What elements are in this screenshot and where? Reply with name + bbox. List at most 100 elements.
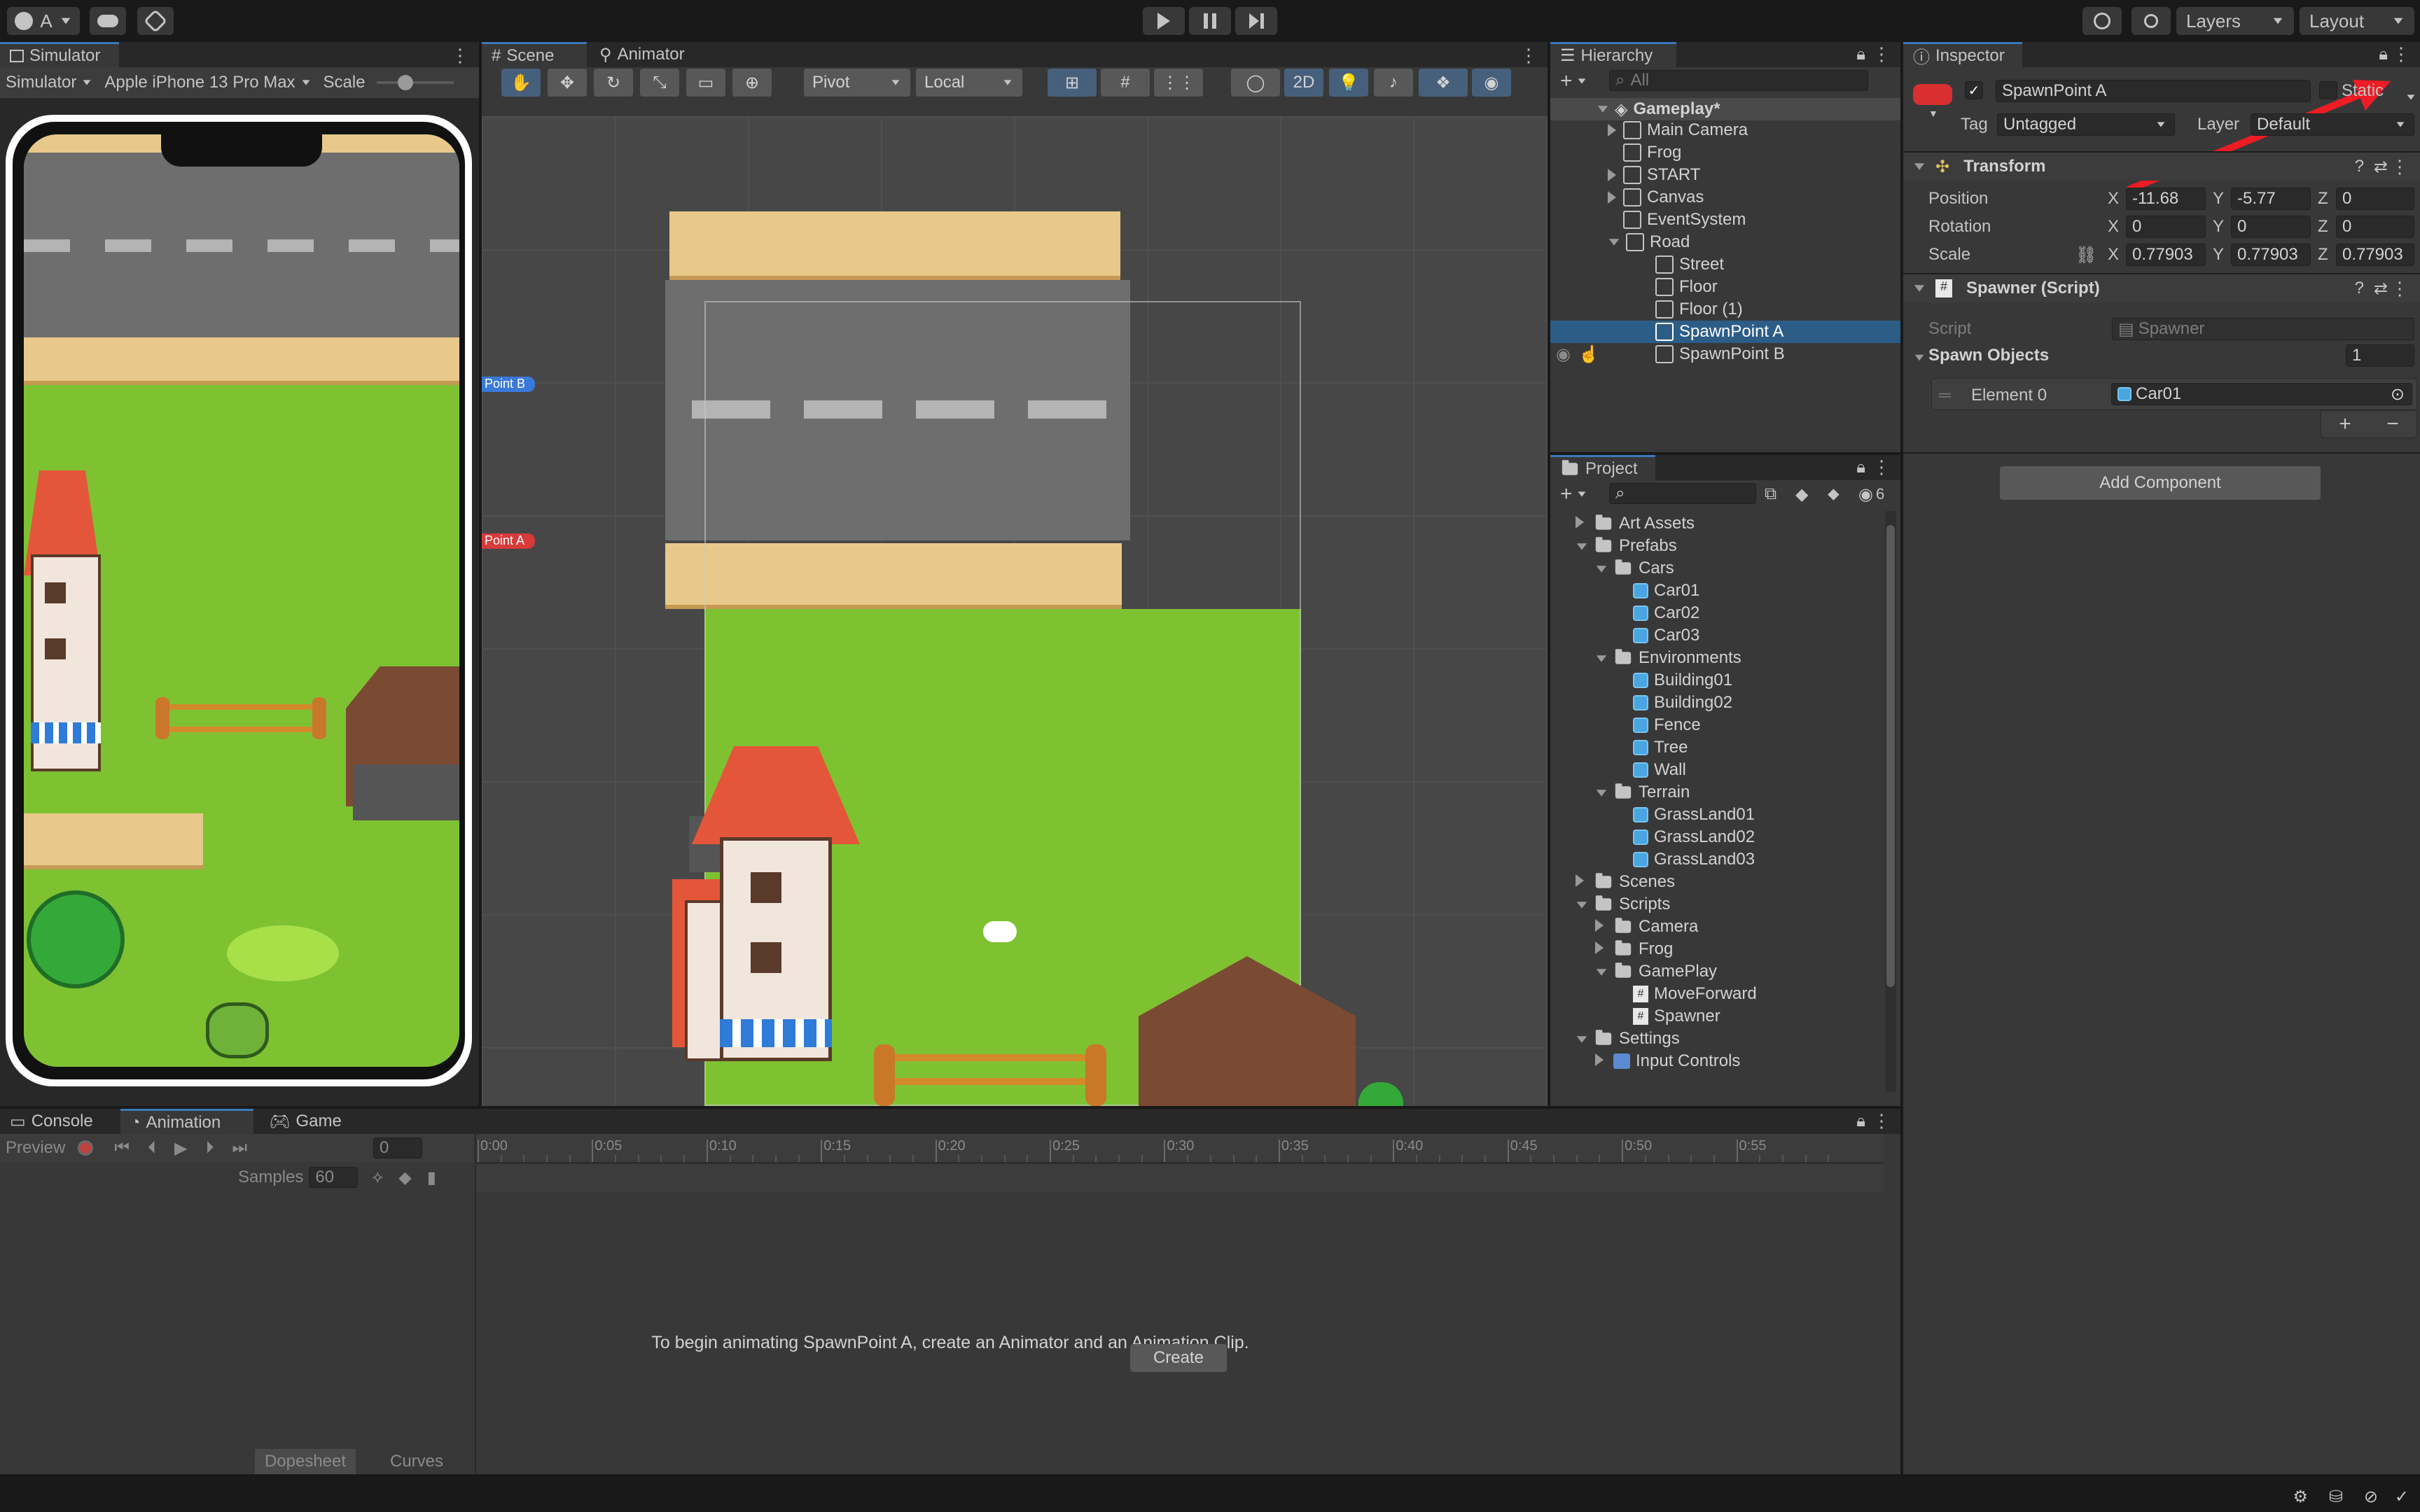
progress-check-icon[interactable]: ✓ <box>2395 1487 2409 1507</box>
static-checkbox[interactable] <box>2319 81 2337 99</box>
project-item[interactable]: GamePlay <box>1595 960 1717 983</box>
history-button[interactable] <box>2082 7 2122 35</box>
chevron-down-icon[interactable] <box>1578 491 1585 497</box>
increment-snap-button[interactable]: ⋮⋮ <box>1154 69 1203 97</box>
tab-inspector[interactable]: ⓘ Inspector <box>1903 42 2022 67</box>
add-event-icon[interactable]: ◆ <box>398 1168 411 1188</box>
hierarchy-item[interactable]: Frog <box>1623 141 1681 164</box>
project-item[interactable]: Fence <box>1615 714 1701 736</box>
add-component-button[interactable]: Add Component <box>2000 466 2321 500</box>
project-item[interactable]: Building01 <box>1615 669 1732 692</box>
expand-arrow-icon[interactable] <box>1595 962 1608 981</box>
project-scrollbar[interactable] <box>1885 511 1896 1092</box>
hidden-objects-button[interactable]: ◉ <box>1472 69 1511 97</box>
lock-icon[interactable]: 🔒︎ <box>1856 45 1865 64</box>
point-b-gizmo[interactable]: Point B <box>482 377 535 392</box>
scale-tool-button[interactable]: ⤡ <box>640 69 679 97</box>
panel-menu-icon[interactable]: ⋮ <box>1520 45 1538 66</box>
search-button[interactable] <box>2132 7 2171 35</box>
hierarchy-item[interactable]: EventSystem <box>1623 209 1746 231</box>
hierarchy-item[interactable]: Main Camera <box>1608 119 1748 141</box>
hand-tool-button[interactable]: ✋ <box>501 69 541 97</box>
scale-z-field[interactable]: 0.77903 <box>2336 244 2414 266</box>
active-checkbox[interactable]: ✓ <box>1965 81 1983 99</box>
debug-icon[interactable]: ⚙ <box>2293 1487 2308 1507</box>
panel-menu-icon[interactable]: ⋮ <box>451 45 469 66</box>
spawn-objects-foldout[interactable] <box>1913 347 1926 367</box>
expand-arrow-icon[interactable] <box>1576 895 1588 914</box>
auto-generate-icon[interactable]: ⊘ <box>2364 1487 2378 1507</box>
element-object-field[interactable]: Car01 ⊙ <box>2111 383 2412 405</box>
expand-arrow-icon[interactable] <box>1595 648 1608 668</box>
preset-icon[interactable]: ⇄ <box>2374 279 2388 299</box>
step-button[interactable] <box>1235 7 1277 35</box>
drag-handle-icon[interactable]: ═ <box>1939 386 1951 405</box>
rotation-y-field[interactable]: 0 <box>2231 216 2311 238</box>
hierarchy-item[interactable]: START <box>1608 164 1700 186</box>
expand-arrow-icon[interactable] <box>1595 939 1608 959</box>
chevron-down-icon[interactable] <box>1578 78 1585 84</box>
panel-menu-icon[interactable]: ⋮ <box>1872 456 1891 478</box>
event-marker-icon[interactable]: ▮ <box>427 1168 436 1188</box>
transform-header[interactable]: ✣ Transform ? ⇄ ⋮ <box>1903 153 2420 181</box>
rotation-z-field[interactable]: 0 <box>2336 216 2414 238</box>
tab-simulator[interactable]: Simulator <box>0 42 119 67</box>
scale-y-field[interactable]: 0.77903 <box>2231 244 2311 266</box>
project-item[interactable]: Environments <box>1595 647 1741 669</box>
tab-console[interactable]: ▭ Console <box>0 1109 103 1134</box>
local-dropdown[interactable]: Local <box>916 69 1022 97</box>
layer-dropdown[interactable]: Default <box>2251 113 2414 136</box>
hierarchy-item[interactable]: ◉ ☝ SpawnPoint B <box>1550 343 1900 365</box>
lock-icon[interactable]: 🔒︎ <box>1856 458 1865 477</box>
chevron-down-icon[interactable]: ▼ <box>1928 108 1938 119</box>
lock-icon[interactable]: 🔒︎ <box>1856 1112 1865 1131</box>
expand-arrow-icon[interactable] <box>1608 239 1620 246</box>
hierarchy-item[interactable]: Floor (1) <box>1655 298 1743 321</box>
help-icon[interactable]: ? <box>2355 157 2364 176</box>
panel-menu-icon[interactable]: ⋮ <box>1872 43 1891 65</box>
project-item[interactable]: Tree <box>1615 736 1688 759</box>
scene-camera-gizmo-icon[interactable] <box>983 921 1017 942</box>
spawner-header[interactable]: # Spawner (Script) ? ⇄ ⋮ <box>1903 274 2420 302</box>
tab-game[interactable]: 🎮︎ Game <box>259 1109 352 1134</box>
record-icon[interactable] <box>78 1140 94 1156</box>
tag-dropdown[interactable]: Untagged <box>1997 113 2175 136</box>
project-item[interactable]: Car02 <box>1615 602 1699 624</box>
object-name-input[interactable]: SpawnPoint A <box>1996 80 2311 102</box>
expand-arrow-icon[interactable] <box>1595 917 1608 937</box>
cloud-button[interactable] <box>90 7 126 35</box>
tab-animator[interactable]: ⚲ Animator <box>590 42 695 67</box>
cache-server-icon[interactable]: ⛁ <box>2329 1487 2343 1507</box>
scale-slider[interactable] <box>376 75 454 90</box>
project-item[interactable]: Terrain <box>1595 781 1690 804</box>
tab-animation[interactable]: ◔ Animation <box>120 1109 253 1134</box>
project-item[interactable]: Camera <box>1595 916 1698 938</box>
project-item[interactable]: Wall <box>1615 759 1686 781</box>
lighting-button[interactable]: 💡 <box>1329 69 1368 97</box>
project-item[interactable]: Cars <box>1595 557 1674 580</box>
game-view[interactable] <box>24 134 459 1067</box>
project-item[interactable]: Settings <box>1576 1028 1680 1050</box>
position-y-field[interactable]: -5.77 <box>2231 188 2311 210</box>
effects-button[interactable]: ❖ <box>1419 69 1468 97</box>
create-animation-button[interactable]: Create <box>1130 1344 1227 1372</box>
tab-project[interactable]: Project <box>1550 455 1655 480</box>
hidden-packages-toggle[interactable]: ◉ 6 <box>1858 484 1884 505</box>
hierarchy-item-selected[interactable]: SpawnPoint A <box>1550 321 1900 343</box>
grid-snap-button[interactable]: ⊞ <box>1048 69 1097 97</box>
add-element-button[interactable]: + <box>2339 412 2351 436</box>
toggle-2d-button[interactable]: 2D <box>1284 69 1323 97</box>
first-key-icon[interactable]: ⏮ <box>114 1138 130 1158</box>
transform-tool-button[interactable]: ⊕ <box>732 69 772 97</box>
gameobject-icon-gizmo[interactable] <box>1913 84 1952 105</box>
layout-dropdown[interactable]: Layout <box>2300 7 2414 35</box>
expand-arrow-icon[interactable] <box>1576 536 1588 556</box>
favorite-tag-icon[interactable]: ⬥ <box>1828 484 1840 504</box>
component-menu-icon[interactable]: ⋮ <box>2391 156 2409 178</box>
layers-dropdown[interactable]: Layers <box>2176 7 2294 35</box>
hierarchy-search-input[interactable]: ⌕ All <box>1609 70 1868 91</box>
position-z-field[interactable]: 0 <box>2336 188 2414 210</box>
pickable-hand-icon[interactable]: ☝ <box>1578 344 1599 365</box>
visibility-eye-icon[interactable]: ◉ <box>1556 344 1571 365</box>
pivot-dropdown[interactable]: Pivot <box>804 69 910 97</box>
